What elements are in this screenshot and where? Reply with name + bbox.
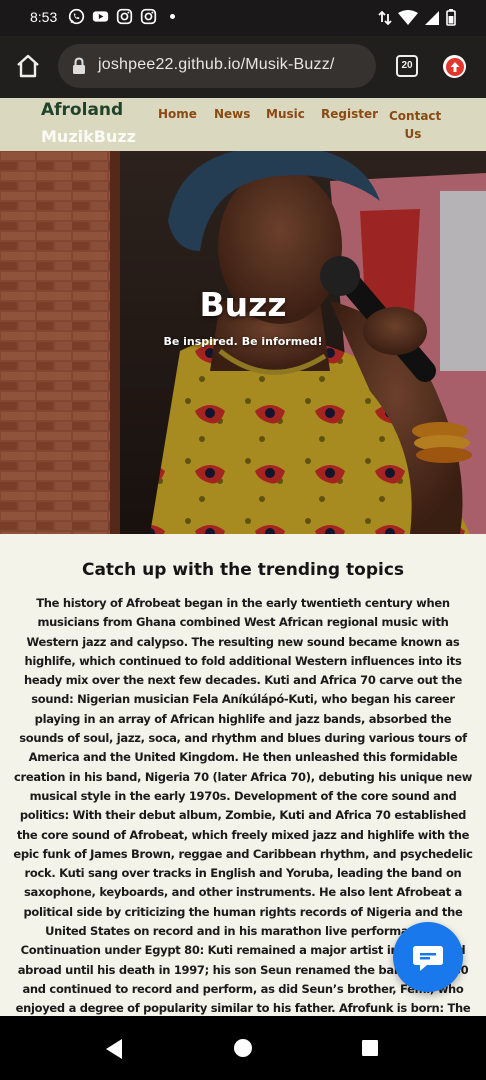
system-indicators bbox=[378, 9, 456, 26]
address-bar[interactable]: joshpee22.github.io/Musik-Buzz/ bbox=[58, 44, 376, 88]
lock-icon[interactable] bbox=[72, 57, 86, 75]
home-icon[interactable] bbox=[14, 52, 42, 80]
nav-link-music[interactable]: Music bbox=[266, 107, 305, 121]
recent-apps-button[interactable] bbox=[362, 1040, 378, 1056]
nav-link-home[interactable]: Home bbox=[158, 107, 197, 121]
nav-link-contact-us[interactable]: Contact Us bbox=[389, 107, 441, 143]
notification-icons bbox=[68, 8, 175, 25]
nav-link-news[interactable]: News bbox=[214, 107, 250, 121]
signal-icon bbox=[425, 10, 439, 25]
hero-subtitle: Be inspired. Be informed! bbox=[163, 335, 323, 348]
site-navbar: Afroland MuzikBuzz Home News Music Regis… bbox=[0, 98, 486, 151]
tab-switcher-button[interactable]: 20 bbox=[396, 55, 418, 77]
chat-bubble-icon bbox=[413, 946, 443, 971]
status-bar: 8:53 bbox=[0, 0, 486, 36]
battery-icon bbox=[446, 9, 456, 26]
data-transfer-icon bbox=[378, 10, 392, 25]
whatsapp-icon bbox=[68, 8, 85, 25]
nav-link-register[interactable]: Register bbox=[321, 107, 378, 121]
instagram-icon bbox=[140, 8, 157, 25]
home-button[interactable] bbox=[234, 1039, 252, 1057]
more-notifications-dot bbox=[170, 14, 175, 19]
section-heading: Catch up with the trending topics bbox=[81, 560, 405, 580]
url-text[interactable]: joshpee22.github.io/Musik-Buzz/ bbox=[98, 56, 335, 74]
wifi-icon bbox=[398, 9, 418, 25]
back-icon[interactable] bbox=[104, 1038, 124, 1060]
chat-button[interactable] bbox=[393, 922, 463, 992]
brand-subname[interactable]: MuzikBuzz bbox=[41, 127, 136, 146]
chrome-update-button[interactable] bbox=[443, 55, 466, 78]
update-arrow-icon bbox=[445, 57, 464, 76]
instagram-icon bbox=[116, 8, 133, 25]
browser-toolbar: joshpee22.github.io/Musik-Buzz/ 20 bbox=[0, 36, 486, 98]
status-time: 8:53 bbox=[30, 9, 58, 25]
system-navigation-bar bbox=[0, 1016, 486, 1080]
hero-banner: Buzz Be inspired. Be informed! bbox=[0, 151, 486, 534]
youtube-icon bbox=[92, 11, 109, 22]
brand-name[interactable]: Afroland bbox=[41, 100, 123, 120]
hero-title: Buzz bbox=[199, 285, 287, 324]
